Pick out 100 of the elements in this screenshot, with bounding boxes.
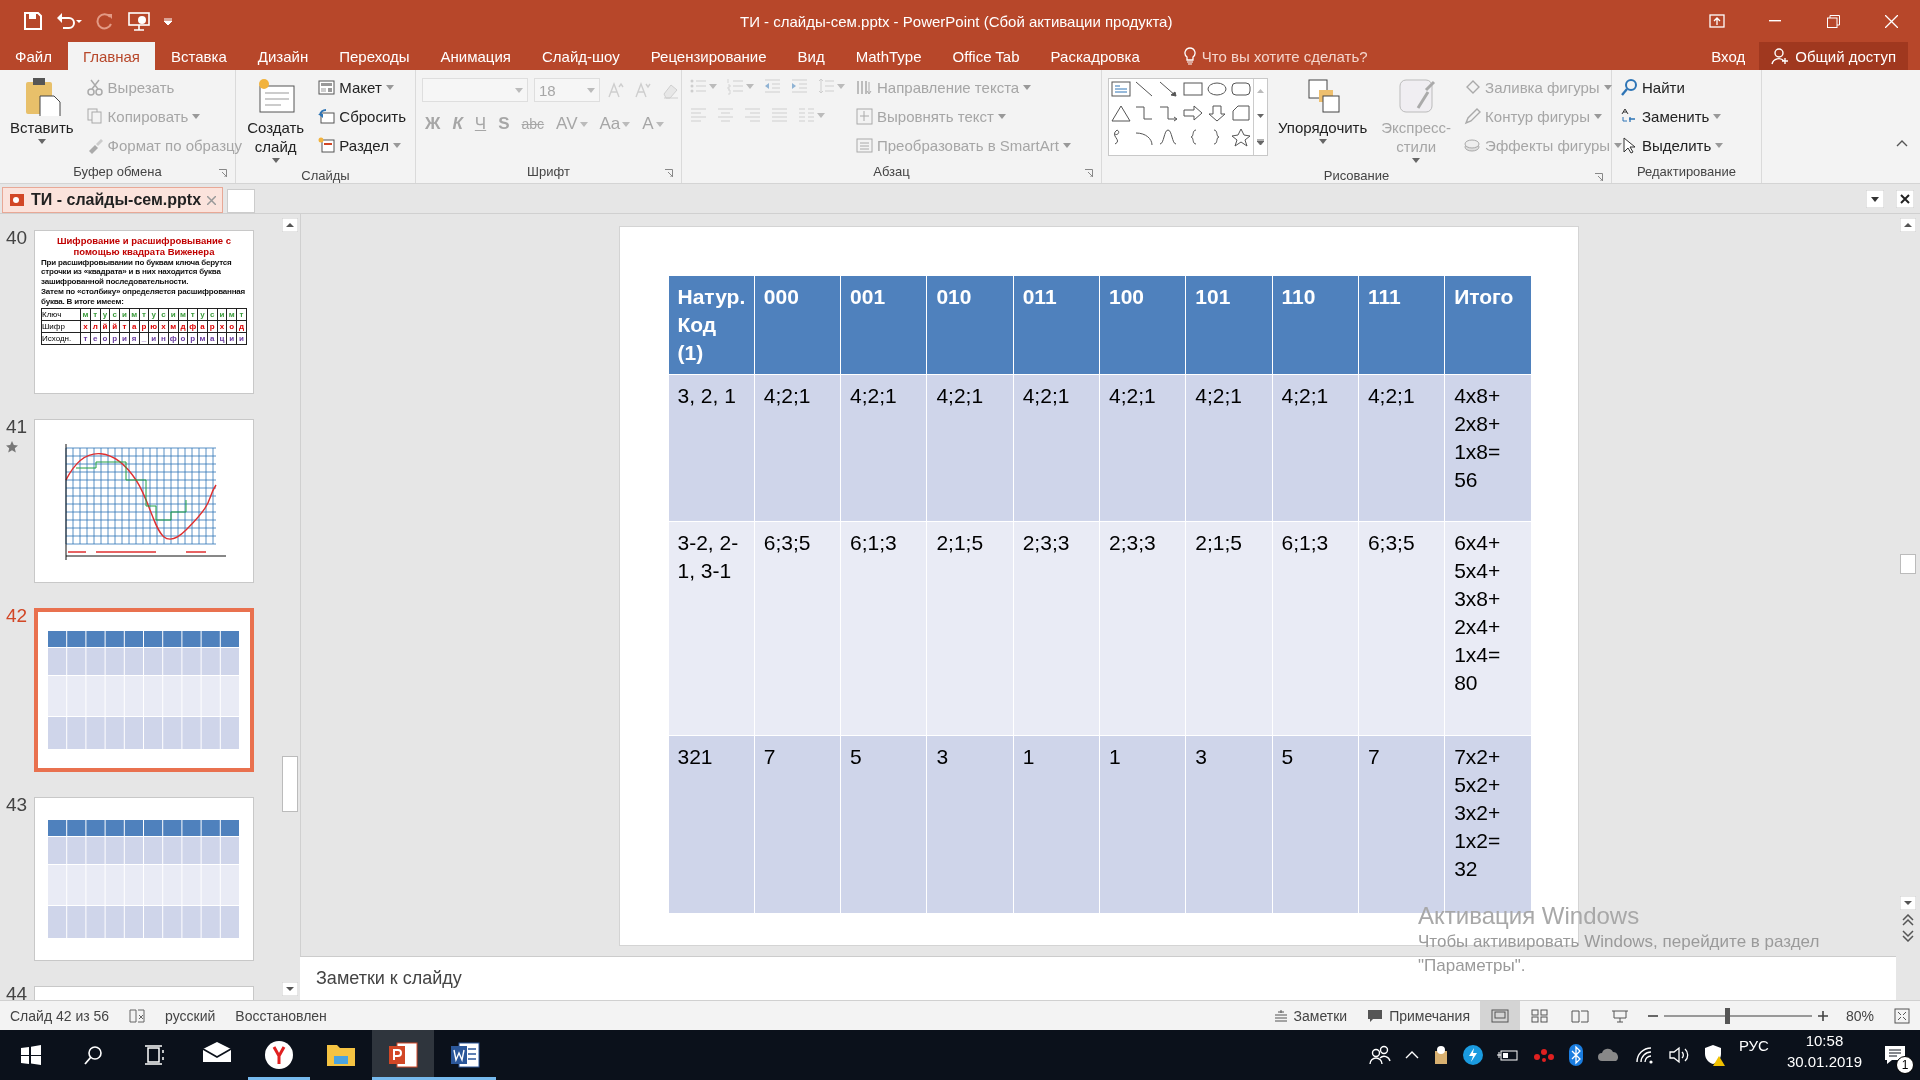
slide-thumbnail[interactable] xyxy=(34,230,254,394)
ribbon-tab[interactable]: MathType xyxy=(840,42,937,70)
table-header-cell: 010 xyxy=(926,275,1014,375)
zoom-in-icon[interactable] xyxy=(1817,1010,1828,1021)
document-tab[interactable]: ТИ - слайды-сем.pptx xyxy=(2,187,224,213)
ribbon-tab[interactable]: Вид xyxy=(782,42,840,70)
ribbon-tab[interactable]: Файл xyxy=(0,42,67,70)
dialog-launcher-icon[interactable] xyxy=(665,169,673,177)
reset-icon xyxy=(318,108,336,125)
dots-icon[interactable] xyxy=(1532,1047,1555,1063)
ribbon-button[interactable]: Раздел xyxy=(315,132,409,159)
ribbon-options-icon[interactable] xyxy=(1709,14,1725,28)
table-cell: х xyxy=(80,320,91,333)
restore-icon[interactable] xyxy=(1826,14,1840,28)
language-indicator[interactable]: РУС xyxy=(1728,1030,1779,1060)
ribbon-tab[interactable]: Анимация xyxy=(425,42,526,70)
bluetooth-icon[interactable] xyxy=(1568,1044,1583,1066)
scroll-down-icon[interactable] xyxy=(282,982,298,996)
slide-thumbnail[interactable] xyxy=(34,797,254,961)
table-cell: и xyxy=(119,308,130,321)
zoom-level[interactable]: 80% xyxy=(1835,1000,1884,1031)
shield-warning-icon[interactable] xyxy=(1702,1044,1725,1066)
presenter-icon[interactable] xyxy=(1610,1008,1629,1023)
battery-icon[interactable] xyxy=(1496,1048,1519,1062)
activation-text: "Параметры". xyxy=(1418,955,1527,977)
book-icon[interactable] xyxy=(1570,1008,1589,1023)
table-cell: _ xyxy=(139,332,149,345)
large-ribbon-button[interactable]: Вставить xyxy=(6,74,78,146)
spellcheck-icon[interactable] xyxy=(129,1008,146,1023)
minimize-icon[interactable] xyxy=(1769,20,1781,22)
table-cell: д xyxy=(178,320,188,333)
dropdown-icon[interactable] xyxy=(1866,190,1884,208)
presentation-app-icon xyxy=(388,1040,418,1070)
ribbon-tab[interactable]: Переходы xyxy=(324,42,425,70)
lightning-icon[interactable] xyxy=(1462,1045,1483,1065)
table-cell: и xyxy=(119,332,130,345)
scroll-down-icon[interactable] xyxy=(1257,114,1264,118)
clock-time[interactable]: 10:58 xyxy=(1805,1030,1844,1051)
table-cell: 6;3;5 xyxy=(1358,521,1445,736)
search-icon[interactable] xyxy=(83,1045,103,1065)
table-header-cell: 101 xyxy=(1185,275,1273,375)
ribbon-tab[interactable]: Раскадровка xyxy=(1035,42,1155,70)
window-title: ТИ - слайды-сем.pptx - PowerPoint (Сбой активации продукта) xyxy=(740,12,1174,30)
table-cell: и xyxy=(168,308,179,321)
share-button[interactable]: Общий доступ xyxy=(1759,42,1908,70)
scroll-up-icon[interactable] xyxy=(282,218,298,232)
table-cell: 4;2;1 xyxy=(1099,374,1186,522)
dialog-launcher-icon[interactable] xyxy=(219,169,227,177)
scroll-down-icon[interactable] xyxy=(1900,896,1916,910)
ribbon-button[interactable]: Сбросить xyxy=(315,103,409,130)
slider-thumb[interactable] xyxy=(1724,1007,1730,1024)
slideshow-icon[interactable] xyxy=(128,11,150,31)
ribbon-button[interactable]: Макет xyxy=(315,74,409,101)
table-cell: м xyxy=(226,308,237,321)
windows-icon[interactable] xyxy=(21,1045,41,1065)
language-label[interactable]: русский xyxy=(155,1000,226,1031)
sign-in-link[interactable]: Вход xyxy=(1697,42,1760,70)
clock-date[interactable]: 30.01.2019 xyxy=(1786,1051,1862,1072)
ribbon-button[interactable]: Выделить xyxy=(1618,132,1727,159)
ribbon-tab[interactable]: Office Tab xyxy=(937,42,1035,70)
ribbon-tab[interactable]: Главная xyxy=(67,42,155,70)
cloud-icon[interactable] xyxy=(1596,1048,1621,1062)
slide-thumbnail[interactable] xyxy=(34,419,254,583)
volume-icon[interactable] xyxy=(1668,1046,1689,1064)
table-cell: 1 xyxy=(1099,735,1186,914)
ribbon-tab[interactable]: Рецензирование xyxy=(635,42,782,70)
ribbon-tab[interactable]: Слайд-шоу xyxy=(526,42,635,70)
large-ribbon-button[interactable]: Упорядочить xyxy=(1274,74,1372,146)
close-icon[interactable] xyxy=(1896,190,1914,208)
table-cell: 3-2, 2-1, 3-1 xyxy=(668,521,755,736)
tell-me-field[interactable]: Что вы хотите сделать? xyxy=(1177,42,1374,70)
slide-thumbnail[interactable] xyxy=(34,986,254,1000)
fit-slide-icon[interactable] xyxy=(1894,1007,1910,1024)
group-label: Слайды xyxy=(301,167,350,185)
previous-slide-icon[interactable] xyxy=(1902,914,1914,926)
save-icon[interactable] xyxy=(24,12,42,30)
scroll-up-icon[interactable] xyxy=(1900,218,1916,232)
ribbon-tab[interactable]: Вставка xyxy=(156,42,242,70)
chevron-up-icon[interactable] xyxy=(1404,1051,1419,1059)
customize-icon[interactable] xyxy=(164,17,172,25)
task-view-icon[interactable] xyxy=(145,1045,165,1065)
comments-button[interactable]: Примечания xyxy=(1357,1000,1480,1031)
notes-button[interactable]: Заметки xyxy=(1263,1000,1358,1031)
scrollbar-thumb[interactable] xyxy=(282,756,298,812)
sorter-view-icon[interactable] xyxy=(1530,1008,1549,1023)
dialog-launcher-icon[interactable] xyxy=(1595,173,1603,181)
next-slide-icon[interactable] xyxy=(1902,930,1914,942)
tray-app-icon[interactable] xyxy=(1432,1045,1449,1065)
browser-icon xyxy=(264,1040,294,1070)
ribbon-tab[interactable]: Дизайн xyxy=(242,42,324,70)
wifi-icon[interactable] xyxy=(1634,1046,1655,1064)
people-icon[interactable] xyxy=(1368,1045,1391,1065)
normal-view-icon[interactable] xyxy=(1490,1008,1509,1023)
taskbar-button[interactable] xyxy=(372,1030,434,1080)
scrollbar-thumb[interactable] xyxy=(1900,554,1916,574)
undo-icon[interactable] xyxy=(56,12,82,30)
collapse-ribbon-icon[interactable] xyxy=(1896,140,1908,147)
more-icon[interactable] xyxy=(1257,138,1264,145)
slide-thumbnail[interactable] xyxy=(34,608,254,772)
dialog-launcher-icon[interactable] xyxy=(1085,169,1093,177)
